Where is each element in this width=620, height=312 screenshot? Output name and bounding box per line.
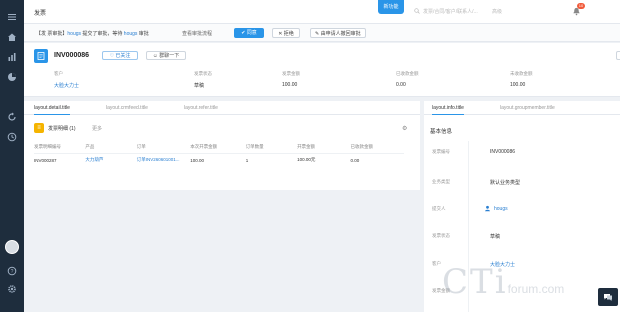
column-header: 产品 — [85, 141, 137, 154]
submitter-link[interactable]: hougs — [494, 206, 508, 212]
pie-chart-icon[interactable] — [6, 72, 18, 82]
help-icon[interactable]: ? — [6, 266, 18, 276]
cell-order-qty: 1 — [245, 157, 249, 163]
cell-detail-no: INV000287 — [34, 157, 57, 163]
watermark-big: CTi — [442, 262, 508, 302]
tab-crmfeed[interactable]: layout.crmfeed.title — [106, 105, 148, 111]
approval-approver[interactable]: hougs — [124, 31, 138, 37]
list-icon: ≡ — [34, 123, 44, 133]
chat-fab[interactable] — [598, 288, 618, 306]
svg-text:?: ? — [11, 269, 14, 275]
top-bar: 发票 新功能 发票/合同/客户/联系人/... 高级 10 — [24, 0, 620, 24]
record-header: INV000086 ♡ 已关注 ☺ 群聊一下 … 客户 大脸大力士 发票状态 草… — [24, 43, 620, 97]
detail-tabs: layout.detail.title layout.crmfeed.title… — [24, 101, 420, 115]
basic-info-title: 基本信息 — [430, 129, 453, 135]
header-field-received: 已收款金额 0.00 — [396, 71, 419, 88]
column-settings-icon[interactable]: ⚙ — [402, 125, 407, 132]
info-value: 草稿 — [490, 234, 501, 240]
search-icon — [414, 8, 420, 14]
info-label: 发票状态 — [432, 233, 450, 238]
header-field-unreceived: 未收款金额 100.00 — [510, 71, 533, 88]
approval-submitter[interactable]: hougs — [67, 31, 81, 37]
menu-icon[interactable] — [6, 12, 18, 22]
column-header: 本次开票金额 — [190, 141, 246, 154]
field-label: 发票金额 — [282, 71, 300, 76]
page-title: 发票 — [34, 11, 47, 17]
tab-refer[interactable]: layout.refer.title — [184, 105, 218, 111]
settings-icon[interactable] — [6, 284, 18, 294]
agree-button[interactable]: ✔ 同意 — [234, 28, 264, 38]
cell-product-link[interactable]: 大力葫芦 — [85, 153, 136, 167]
view-approval-flow-link[interactable]: 查看审批流程 — [182, 30, 212, 37]
field-label: 发票状态 — [194, 71, 212, 76]
tab-info[interactable]: layout.info.title — [432, 105, 464, 115]
cell-amount: 100.00元 — [297, 157, 316, 163]
notification-badge: 10 — [577, 3, 585, 9]
watermark-small: forum.com — [507, 282, 565, 296]
cell-invoice-amount: 100.00 — [190, 157, 204, 163]
info-label: 提交人 — [432, 206, 446, 211]
field-label: 已收款金额 — [396, 71, 419, 76]
tab-groupmember[interactable]: layout.groupmember.title — [500, 105, 555, 111]
record-name: INV000086 — [54, 52, 90, 59]
info-tabs: layout.info.title layout.groupmember.tit… — [424, 101, 620, 115]
column-header: 订单数量 — [245, 141, 298, 154]
field-value: 100.00 — [282, 82, 298, 88]
field-value: 草稿 — [194, 83, 205, 89]
header-field-amount: 发票金额 100.00 — [282, 71, 300, 88]
header-field-status: 发票状态 草稿 — [194, 71, 212, 89]
info-value: 默认业务类型 — [490, 180, 521, 186]
home-icon[interactable] — [6, 32, 18, 42]
info-label: 客户 — [432, 261, 441, 266]
withdraw-button[interactable]: ✎ 由申请人撤回审批 — [310, 28, 366, 38]
field-label: 客户 — [54, 71, 63, 76]
chat-icon — [604, 294, 612, 301]
invoice-detail-table: 发票明细编号 产品 订单 本次开票金额 订单数量 开票金额 已收款金额 INV0… — [34, 141, 404, 167]
group-chat-button[interactable]: ☺ 群聊一下 — [146, 51, 186, 60]
advanced-search-link[interactable]: 高级 — [492, 8, 502, 15]
customer-link[interactable]: 大脸大力士 — [54, 82, 79, 89]
field-value: 100.00 — [510, 82, 526, 88]
section-title: 发票明细 (1) — [48, 126, 76, 132]
left-nav-rail: ? — [0, 0, 24, 312]
field-label: 未收款金额 — [510, 71, 533, 76]
approval-mid: 提交了审批，等待 — [81, 31, 124, 37]
invoice-icon — [34, 49, 48, 63]
info-value: INV000086 — [490, 149, 516, 155]
table-header-row: 发票明细编号 产品 订单 本次开票金额 订单数量 开票金额 已收款金额 — [34, 141, 404, 154]
detail-panel: layout.detail.title layout.crmfeed.title… — [24, 101, 420, 190]
field-value: 0.00 — [396, 82, 406, 88]
header-field-customer: 客户 大脸大力士 — [54, 71, 79, 89]
search-placeholder: 发票/合同/客户/联系人/... — [423, 9, 478, 15]
column-header: 订单 — [136, 141, 191, 154]
info-label: 发票编号 — [432, 149, 450, 154]
user-icon — [485, 205, 490, 212]
info-label: 业务类型 — [432, 179, 450, 184]
user-avatar[interactable] — [5, 240, 19, 254]
bar-chart-icon[interactable] — [6, 52, 18, 62]
follow-button[interactable]: ♡ 已关注 — [102, 51, 138, 60]
more-actions-button[interactable]: … — [616, 51, 620, 60]
approval-suffix: 审批 — [137, 31, 149, 37]
approval-prefix: 【发 票审批】 — [36, 31, 68, 37]
cell-received: 0.00 — [350, 157, 360, 163]
column-header: 已收款金额 — [350, 141, 404, 154]
clock-icon[interactable] — [6, 132, 18, 142]
approval-message: 【发 票审批】hougs 提交了审批，等待 hougs 审批 — [36, 30, 149, 37]
new-feature-button[interactable]: 新功能 — [378, 0, 404, 14]
section-more-link[interactable]: 更多 — [92, 125, 102, 132]
column-header: 开票金额 — [297, 141, 351, 154]
refresh-icon[interactable] — [6, 112, 18, 122]
reject-button[interactable]: ✕ 拒绝 — [272, 28, 300, 38]
global-search[interactable]: 发票/合同/客户/联系人/... 高级 — [414, 7, 534, 16]
table-row[interactable]: INV000287 大力葫芦 订单INV260601001... 100.00 … — [34, 153, 404, 167]
watermark: CTiforum.com — [442, 262, 564, 302]
column-header: 发票明细编号 — [34, 141, 86, 154]
approval-bar: 【发 票审批】hougs 提交了审批，等待 hougs 审批 查看审批流程 ✔ … — [24, 24, 620, 42]
cell-order-link[interactable]: 订单INV260601001... — [137, 153, 190, 167]
tab-detail[interactable]: layout.detail.title — [34, 105, 70, 115]
